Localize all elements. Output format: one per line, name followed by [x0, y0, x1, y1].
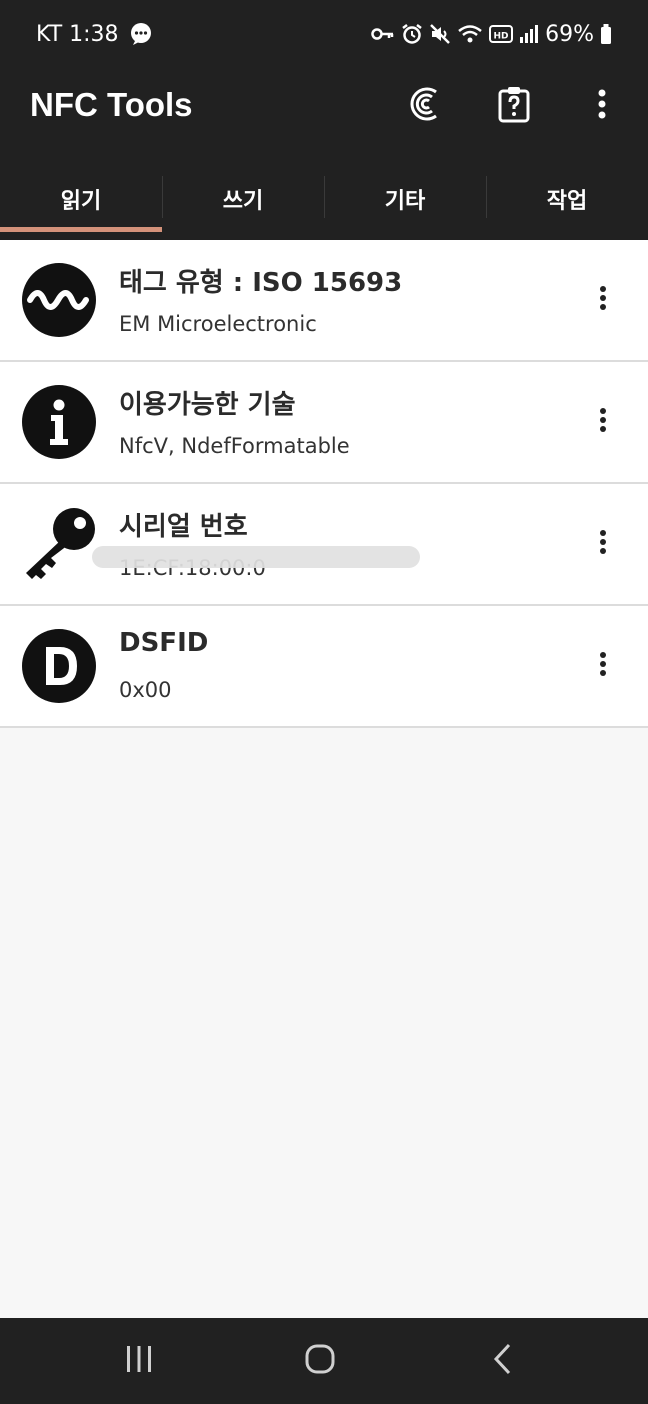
clipboard-help-icon	[496, 85, 532, 127]
system-nav-bar	[0, 1318, 648, 1404]
item-title: DSFID	[119, 628, 209, 658]
clipboard-help-button[interactable]	[490, 82, 538, 130]
battery-icon	[600, 23, 612, 45]
battery-percent: 69%	[545, 21, 594, 47]
tab-tasks[interactable]: 작업	[486, 158, 648, 240]
letter-d-icon	[22, 629, 96, 703]
list-item-dsfid[interactable]: DSFID 0x00	[0, 606, 648, 728]
wifi-icon	[457, 23, 483, 45]
alarm-icon	[401, 23, 423, 45]
item-more-button[interactable]	[588, 528, 618, 560]
signal-icon	[519, 23, 539, 45]
status-right: HD 69%	[371, 18, 612, 50]
vpn-key-icon	[371, 24, 395, 44]
hd-icon: HD	[489, 24, 514, 44]
more-vertical-icon	[597, 88, 607, 124]
more-vertical-icon	[599, 285, 607, 315]
tag-info-list: 태그 유형 : ISO 15693 EM Microelectronic 이용가…	[0, 240, 648, 728]
home-button[interactable]	[295, 1338, 345, 1384]
item-title: 태그 유형 : ISO 15693	[119, 268, 403, 298]
tab-read[interactable]: 읽기	[0, 158, 162, 240]
info-icon	[22, 385, 96, 459]
nfc-scan-icon	[408, 86, 444, 126]
list-item-technologies[interactable]: 이용가능한 기술 NfcV, NdefFormatable	[0, 362, 648, 484]
carrier-time: KT 1:38	[36, 21, 119, 47]
item-title: 시리얼 번호	[119, 512, 248, 542]
item-value: NfcV, NdefFormatable	[119, 434, 350, 458]
tab-other[interactable]: 기타	[324, 158, 486, 240]
mute-icon	[429, 23, 451, 45]
tab-bar: 읽기 쓰기 기타 작업	[0, 158, 648, 240]
overflow-menu-button[interactable]	[578, 82, 626, 130]
item-more-button[interactable]	[588, 650, 618, 682]
item-more-button[interactable]	[588, 284, 618, 316]
item-value: 0x00	[119, 678, 172, 702]
svg-text:HD: HD	[494, 32, 509, 42]
recent-apps-icon	[124, 1344, 154, 1378]
nfc-scan-button[interactable]	[402, 82, 450, 130]
app-title: NFC Tools	[30, 86, 193, 123]
wave-icon	[22, 263, 96, 337]
redaction-smudge	[92, 546, 420, 568]
app-actions	[402, 82, 626, 130]
back-button[interactable]	[478, 1338, 528, 1384]
tab-write[interactable]: 쓰기	[162, 158, 324, 240]
item-value: EM Microelectronic	[119, 312, 317, 336]
list-item-tag-type[interactable]: 태그 유형 : ISO 15693 EM Microelectronic	[0, 240, 648, 362]
recent-apps-button[interactable]	[114, 1338, 164, 1384]
back-icon	[491, 1343, 515, 1379]
list-item-serial-number[interactable]: 시리얼 번호 1E:CF:18:00:0	[0, 484, 648, 606]
more-vertical-icon	[599, 529, 607, 559]
more-vertical-icon	[599, 407, 607, 437]
more-vertical-icon	[599, 651, 607, 681]
item-title: 이용가능한 기술	[119, 390, 296, 420]
home-icon	[304, 1343, 336, 1379]
key-icon	[22, 507, 96, 581]
chat-bubble-icon	[129, 22, 153, 46]
item-more-button[interactable]	[588, 406, 618, 438]
status-bar: KT 1:38 HD 69%	[0, 0, 648, 68]
status-left: KT 1:38	[36, 18, 153, 50]
app-bar: NFC Tools	[0, 68, 648, 158]
